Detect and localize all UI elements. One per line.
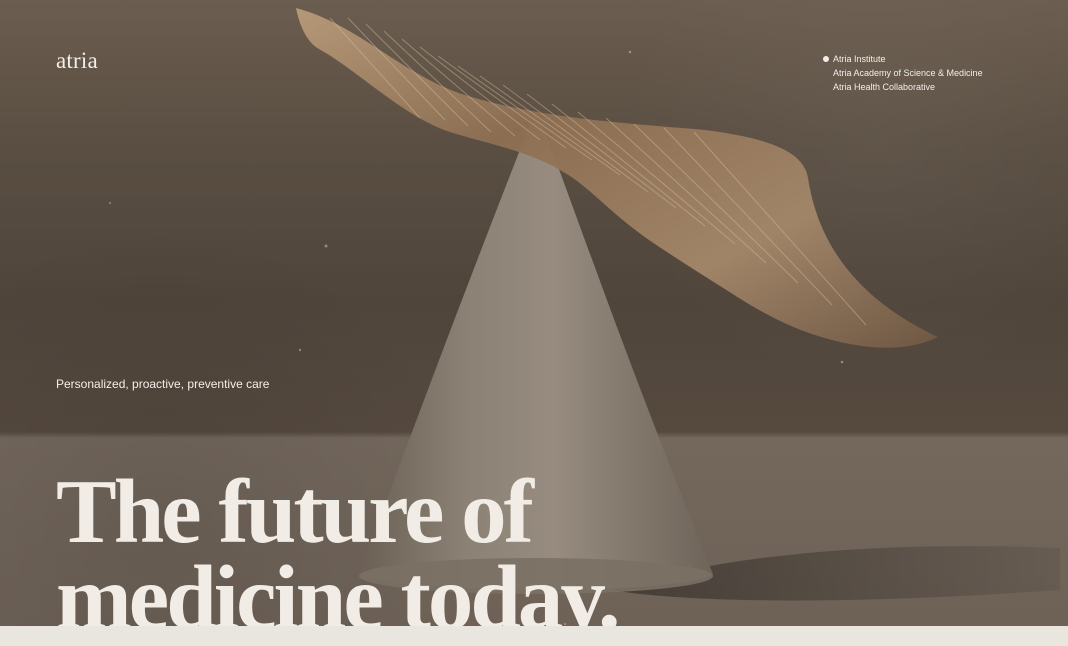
nav-item-label: Atria Institute bbox=[833, 54, 886, 64]
headline-line-1: The future of bbox=[56, 460, 534, 562]
nav-item-label: Atria Academy of Science & Medicine bbox=[833, 68, 983, 78]
nav-item-health-collaborative[interactable]: Atria Health Collaborative bbox=[821, 80, 983, 94]
nav-item-academy[interactable]: Atria Academy of Science & Medicine bbox=[821, 66, 983, 80]
nav-item-atria-institute[interactable]: Atria Institute bbox=[821, 52, 983, 66]
brand-logo[interactable]: atria bbox=[56, 48, 98, 74]
hero-section: atria Atria Institute Atria Academy of S… bbox=[0, 0, 1068, 626]
top-right-navigation: Atria Institute Atria Academy of Science… bbox=[821, 52, 983, 94]
headline-line-2: medicine today. bbox=[56, 546, 621, 626]
footer-strip bbox=[0, 626, 1068, 646]
nav-item-label: Atria Health Collaborative bbox=[833, 82, 936, 92]
hero-headline: The future of medicine today. bbox=[56, 460, 656, 626]
hero-tagline: Personalized, proactive, preventive care bbox=[56, 377, 270, 391]
dot-icon bbox=[823, 56, 829, 62]
